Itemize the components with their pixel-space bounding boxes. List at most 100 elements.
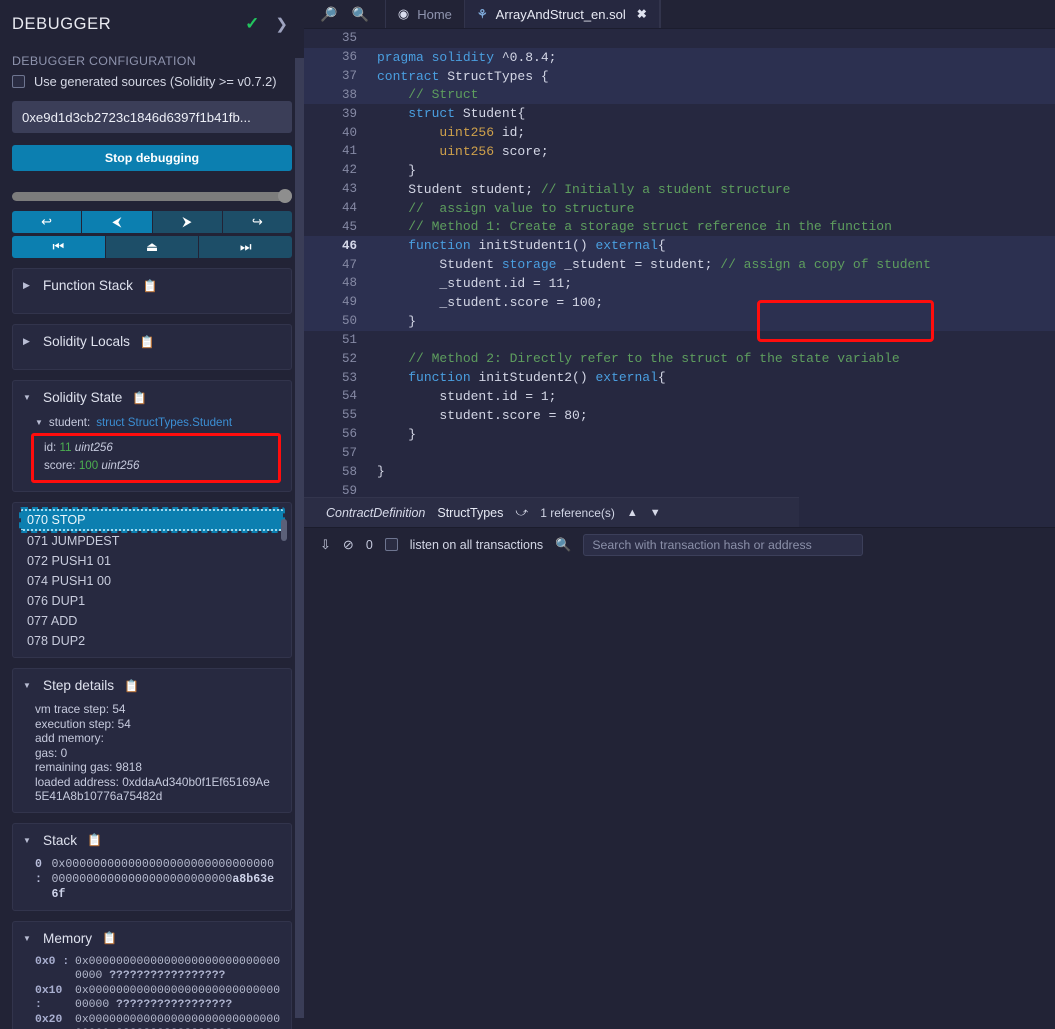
function-stack-panel[interactable]: ▶ Function Stack 📋 — [12, 268, 292, 314]
opcode-selected[interactable]: 070 STOP — [19, 507, 285, 533]
line-content[interactable]: uint256 id; — [367, 125, 525, 140]
code-line[interactable]: 53 function initStudent2() external{ — [304, 368, 1055, 387]
solidity-locals-header[interactable]: ▶ Solidity Locals 📋 — [13, 325, 291, 358]
opcode-item[interactable]: 078 DUP2 — [13, 631, 291, 651]
solidity-state-header[interactable]: ▼ Solidity State 📋 — [13, 381, 291, 414]
line-content[interactable]: Student storage _student = student; // a… — [367, 257, 931, 272]
code-line[interactable]: 51 — [304, 331, 1055, 350]
code-line[interactable]: 43 Student student; // Initially a stude… — [304, 180, 1055, 199]
tab-arrayandstruct-sol[interactable]: ⚘ ArrayAndStruct_en.sol ✖ — [463, 0, 660, 28]
line-content[interactable]: // assign value to structure — [367, 201, 634, 216]
jump-out-button[interactable]: ⏏ — [105, 236, 200, 258]
code-line[interactable]: 38 // Struct — [304, 85, 1055, 105]
memory-panel[interactable]: ▼ Memory 📋 0x0 : 0x000000000000000000000… — [12, 920, 292, 1029]
solidity-locals-panel[interactable]: ▶ Solidity Locals 📋 — [12, 324, 292, 370]
jump-to-icon[interactable]: ⤻ — [515, 505, 528, 520]
line-content[interactable]: function initStudent2() external{ — [367, 370, 665, 385]
line-content[interactable]: function initStudent1() external{ — [367, 238, 665, 253]
solidity-state-panel[interactable]: ▼ Solidity State 📋 ▼ student: struct Str… — [12, 380, 292, 492]
chevron-down-icon[interactable]: ▼ — [650, 507, 661, 519]
code-line[interactable]: 35 — [304, 29, 1055, 48]
chevron-up-icon[interactable]: ▲ — [627, 507, 638, 519]
code-line[interactable]: 42 } — [304, 161, 1055, 180]
stop-debugging-button[interactable]: Stop debugging — [12, 145, 292, 171]
sidebar-scrollbar[interactable] — [295, 58, 304, 1018]
line-content[interactable]: } — [367, 314, 416, 329]
slider-track[interactable] — [12, 189, 292, 203]
double-chevron-down-icon[interactable]: ⇩ — [320, 537, 331, 553]
code-line[interactable]: 41 uint256 score; — [304, 142, 1055, 161]
line-content[interactable]: pragma solidity ^0.8.4; — [367, 50, 556, 65]
transaction-address-input[interactable]: 0xe9d1d3cb2723c1846d6397f1b41fb... — [12, 101, 292, 133]
line-content[interactable]: contract StructTypes { — [367, 69, 549, 84]
line-content[interactable]: } — [367, 464, 385, 479]
opcode-item[interactable]: 077 ADD — [13, 611, 291, 631]
line-content[interactable]: student.score = 80; — [367, 408, 587, 423]
line-content[interactable]: Student student; // Initially a student … — [367, 182, 790, 197]
copy-icon[interactable]: 📋 — [140, 335, 155, 349]
step-into-button[interactable]: ⮞ — [152, 211, 223, 233]
opcodes-panel[interactable]: 070 STOP 071 JUMPDEST 072 PUSH1 01 074 P… — [12, 502, 292, 658]
line-content[interactable]: // Method 1: Create a storage struct ref… — [367, 219, 892, 234]
line-content[interactable]: _student.id = 11; — [367, 276, 572, 291]
memory-header[interactable]: ▼ Memory 📋 — [13, 922, 291, 955]
listen-on-all-transactions-checkbox[interactable] — [384, 538, 398, 551]
opcodes-scrollbar[interactable] — [281, 519, 287, 541]
copy-icon[interactable]: 📋 — [124, 679, 139, 693]
code-line[interactable]: 56 } — [304, 425, 1055, 444]
copy-icon[interactable]: 📋 — [102, 931, 117, 945]
debug-step-slider[interactable] — [12, 189, 292, 203]
slider-thumb[interactable] — [278, 189, 292, 203]
step-details-header[interactable]: ▼ Step details 📋 — [13, 669, 291, 702]
stack-header[interactable]: ▼ Stack 📋 — [13, 824, 291, 857]
line-content[interactable]: // Method 2: Directly refer to the struc… — [367, 351, 899, 366]
code-line[interactable]: 52 // Method 2: Directly refer to the st… — [304, 349, 1055, 368]
zoom-in-icon[interactable]: 🔍 — [351, 6, 368, 23]
zoom-out-icon[interactable]: 🔎 — [320, 6, 337, 23]
line-content[interactable] — [367, 445, 385, 460]
step-out-button[interactable]: ⮜ — [82, 211, 153, 233]
code-line[interactable]: 59 — [304, 481, 1055, 497]
code-line[interactable]: 57 — [304, 444, 1055, 463]
code-line[interactable]: 37 contract StructTypes { — [304, 66, 1055, 86]
line-content[interactable]: struct Student{ — [367, 106, 525, 121]
opcode-item[interactable]: 076 DUP1 — [13, 591, 291, 611]
opcode-item[interactable]: 072 PUSH1 01 — [13, 551, 291, 571]
opcode-item[interactable]: 071 JUMPDEST — [13, 531, 291, 551]
copy-icon[interactable]: 📋 — [87, 833, 102, 847]
code-line[interactable]: 40 uint256 id; — [304, 123, 1055, 142]
line-content[interactable]: student.id = 1; — [367, 389, 556, 404]
use-generated-sources-checkbox[interactable] — [12, 75, 25, 88]
close-icon[interactable]: ✖ — [637, 7, 647, 21]
function-stack-header[interactable]: ▶ Function Stack 📋 — [13, 269, 291, 302]
opcode-item[interactable]: 074 PUSH1 00 — [13, 571, 291, 591]
code-line[interactable]: 44 // assign value to structure — [304, 199, 1055, 218]
code-line[interactable]: 49 _student.score = 100; — [304, 292, 1055, 312]
context-references[interactable]: 1 reference(s) — [540, 506, 615, 520]
line-content[interactable] — [367, 332, 385, 347]
code-line[interactable]: 45 // Method 1: Create a storage struct … — [304, 217, 1055, 236]
jump-previous-breakpoint-button[interactable]: ⏮ — [12, 236, 106, 258]
code-line[interactable]: 47 Student storage _student = student; /… — [304, 255, 1055, 274]
jump-next-breakpoint-button[interactable]: ⏭ — [199, 236, 292, 258]
code-line[interactable]: 55 student.score = 80; — [304, 406, 1055, 425]
code-line[interactable]: 46 function initStudent1() external{ — [304, 236, 1055, 256]
line-content[interactable] — [367, 31, 385, 46]
step-details-panel[interactable]: ▼ Step details 📋 vm trace step: 54 execu… — [12, 668, 292, 813]
tab-home[interactable]: ◉ Home — [384, 0, 464, 28]
line-content[interactable]: uint256 score; — [367, 144, 548, 159]
code-line[interactable]: 50 } — [304, 311, 1055, 331]
code-line[interactable]: 58} — [304, 462, 1055, 481]
copy-icon[interactable]: 📋 — [143, 279, 158, 293]
step-over-button[interactable]: ↪ — [222, 211, 292, 233]
copy-icon[interactable]: 📋 — [132, 391, 147, 405]
state-variable-row[interactable]: ▼ student: struct StructTypes.Student — [23, 414, 281, 430]
chevron-right-icon[interactable]: ❯ — [275, 15, 288, 33]
terminal-search-input[interactable]: Search with transaction hash or address — [583, 533, 864, 556]
code-line[interactable]: 39 struct Student{ — [304, 104, 1055, 123]
step-back-button[interactable]: ↩ — [12, 211, 83, 233]
line-content[interactable]: _student.score = 100; — [367, 295, 603, 310]
stack-panel[interactable]: ▼ Stack 📋 0 : 0x000000000000000000000000… — [12, 822, 292, 911]
line-content[interactable]: // Struct — [367, 87, 478, 102]
use-generated-sources-row[interactable]: Use generated sources (Solidity >= v0.7.… — [12, 74, 292, 89]
